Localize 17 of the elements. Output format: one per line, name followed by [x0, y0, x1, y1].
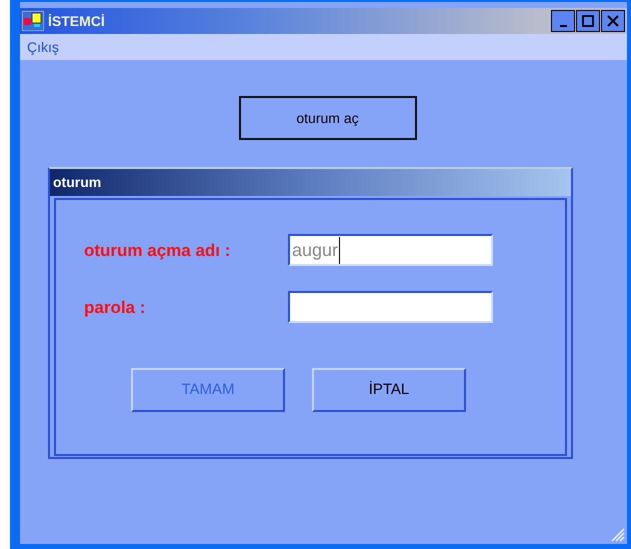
resize-grip-icon	[611, 528, 625, 542]
app-icon	[22, 11, 44, 31]
field-label: parola :	[84, 297, 146, 319]
group-title: oturum	[50, 169, 571, 196]
open-session-button[interactable]: oturum aç	[238, 96, 416, 140]
dialog-button[interactable]: İPTAL	[312, 368, 466, 412]
window-title: İSTEMCİ	[48, 12, 105, 30]
input-field[interactable]: augur	[288, 234, 493, 266]
close-button[interactable]	[601, 10, 625, 32]
maximize-icon	[582, 15, 594, 27]
menu-item[interactable]: Çıkış	[27, 36, 59, 58]
minimize-icon	[560, 25, 566, 27]
close-icon	[607, 15, 619, 27]
field-label: oturum açma adı :	[84, 240, 232, 262]
input-field[interactable]	[288, 291, 493, 323]
maximize-button[interactable]	[576, 10, 600, 32]
minimize-button[interactable]	[551, 10, 575, 32]
